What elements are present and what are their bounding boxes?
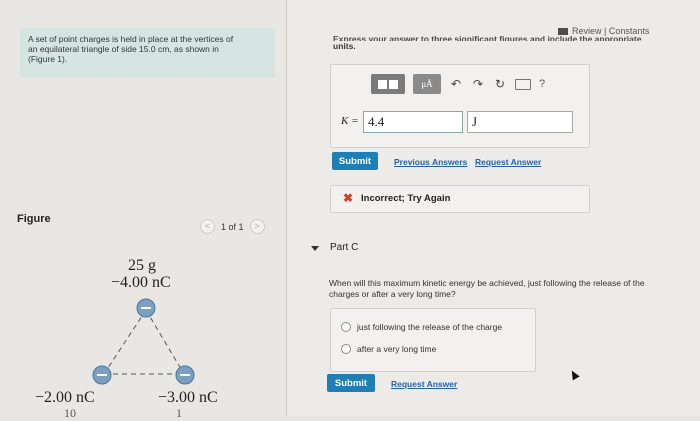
next-figure-button[interactable]: >	[249, 219, 265, 234]
math-toolbar: μÅ ↶ ↷ ↻ ?	[371, 74, 545, 94]
triangle-edge-right	[145, 309, 185, 375]
option-just-following[interactable]: just following the release of the charge	[341, 322, 502, 332]
request-answer-link[interactable]: Request Answer	[475, 157, 541, 167]
option-label: after a very long time	[357, 344, 437, 354]
top-charge-value: −4.00 nC	[111, 274, 171, 291]
feedback-box: ✖ Incorrect; Try Again	[330, 185, 590, 213]
radio-button[interactable]	[341, 344, 351, 354]
option-label: just following the release of the charge	[357, 322, 503, 332]
problem-line: an equilateral triangle of side 15.0 cm,…	[28, 44, 219, 54]
units-button[interactable]: μÅ	[413, 74, 441, 94]
part-c-submit-button[interactable]: Submit	[327, 374, 375, 392]
figure-heading: Figure	[17, 213, 51, 225]
answer-unit-field[interactable]: J	[467, 111, 573, 133]
help-icon[interactable]: ?	[539, 78, 545, 90]
undo-icon[interactable]: ↶	[449, 77, 463, 91]
units-icon: μÅ	[421, 79, 433, 89]
charge-right-icon	[175, 365, 195, 385]
figure-page-count: 1 of 1	[221, 221, 244, 232]
chevron-down-icon[interactable]	[311, 246, 319, 251]
problem-statement: A set of point charges is held in place …	[20, 28, 275, 78]
instructions-line: Express your answer to three significant…	[333, 34, 642, 41]
triangle-edge-left	[103, 309, 147, 375]
right-charge-value: −3.00 nC	[158, 389, 218, 406]
template-icon	[378, 79, 387, 89]
prev-figure-button[interactable]: <	[200, 219, 215, 234]
part-c-title[interactable]: Part C	[330, 242, 358, 253]
feedback-text: Incorrect; Try Again	[361, 193, 451, 204]
charge-triangle-diagram	[92, 298, 195, 385]
options-group: just following the release of the charge…	[330, 308, 536, 372]
left-charge-value: −2.00 nC	[35, 389, 95, 406]
close-icon: ✖	[343, 191, 354, 205]
answer-variable-label: K =	[341, 115, 359, 127]
reset-icon[interactable]: ↻	[493, 77, 507, 91]
part-c-request-answer-link[interactable]: Request Answer	[391, 379, 457, 389]
charge-left-icon	[92, 365, 112, 385]
instructions-line: units.	[333, 41, 356, 51]
radio-button[interactable]	[341, 322, 351, 332]
top-charge-mass: 25 g	[128, 257, 156, 274]
problem-line: (Figure 1).	[28, 54, 68, 64]
keyboard-icon[interactable]	[515, 78, 531, 90]
figure-pager: < 1 of 1 >	[200, 219, 265, 234]
problem-line: A set of point charges is held in place …	[28, 34, 234, 44]
templates-button[interactable]	[371, 74, 405, 94]
instructions: Express your answer to three significant…	[333, 34, 673, 51]
option-after-long-time[interactable]: after a very long time	[341, 344, 436, 354]
charge-top-icon	[136, 298, 156, 318]
cutoff-label-right: 1	[176, 406, 182, 420]
answer-value-field[interactable]: 4.4	[363, 111, 463, 133]
template-icon	[389, 79, 398, 89]
part-c-question: When will this maximum kinetic energy be…	[329, 278, 645, 299]
redo-icon[interactable]: ↷	[471, 77, 485, 91]
previous-answers-link[interactable]: Previous Answers	[394, 157, 467, 167]
cutoff-label-left: 10	[64, 406, 76, 420]
answer-panel: μÅ ↶ ↷ ↻ ? K = 4.4 J	[330, 64, 590, 148]
submit-button[interactable]: Submit	[332, 152, 378, 170]
